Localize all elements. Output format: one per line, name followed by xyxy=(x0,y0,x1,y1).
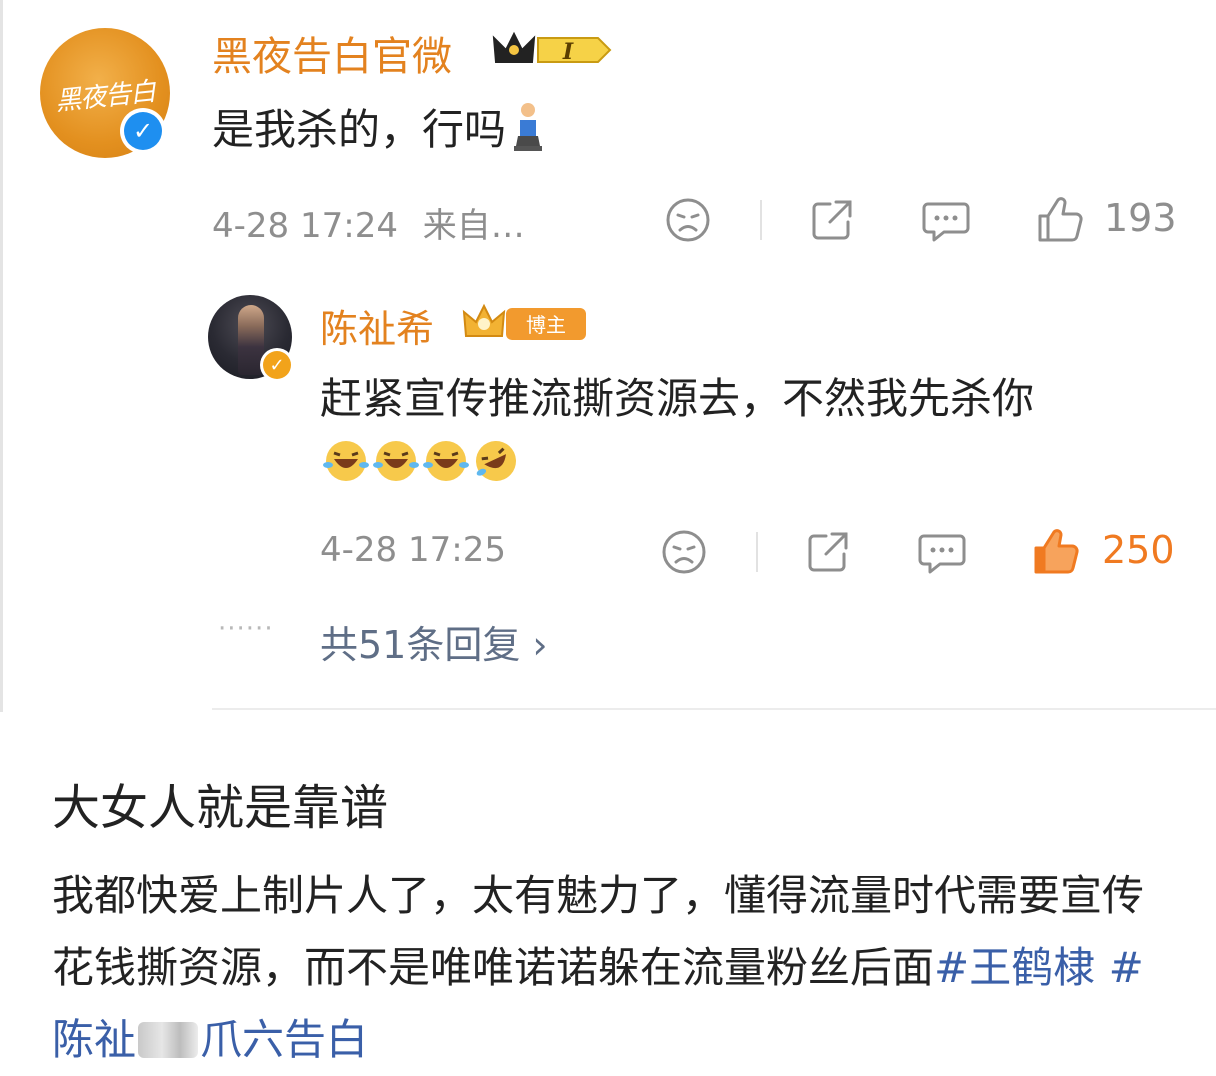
comment-source: 来自… xyxy=(422,206,525,246)
comment-icon[interactable] xyxy=(920,196,972,244)
action-divider xyxy=(760,200,762,240)
reply-text-content: 赶紧宣传推流撕资源去，不然我先杀你 xyxy=(320,374,1035,423)
action-divider xyxy=(756,532,758,572)
hashtag-link[interactable]: #王鹤棣 xyxy=(934,943,1095,992)
comment-meta: 4-28 17:24 来自… xyxy=(212,198,525,247)
watermark-smudge xyxy=(138,1022,199,1058)
comment-like-count: 193 xyxy=(1104,196,1177,240)
reply-like-count: 250 xyxy=(1102,528,1175,572)
reply-text: 赶紧宣传推流撕资源去，不然我先杀你 xyxy=(320,368,1150,492)
comment-card: 黑夜告白 ✓ 黑夜告白官微 I 是我杀的，行吗 4-28 17:24 来自… 1… xyxy=(0,0,1216,712)
card-edge xyxy=(0,0,3,712)
laughing-tears-emoji-icon xyxy=(323,441,516,481)
reply-author-name[interactable]: 陈祉希 xyxy=(320,298,434,353)
verified-orange-icon: ✓ xyxy=(260,348,294,382)
share-icon[interactable] xyxy=(804,528,852,576)
post-title: 大女人就是靠谱 xyxy=(52,780,389,836)
comment-time: 4-28 17:24 xyxy=(212,206,398,246)
view-all-replies-link[interactable]: 共51条回复 › xyxy=(320,614,548,669)
post-body: 我都快爱上制片人了，太有魅力了，懂得流量时代需要宣传花钱撕资源，而不是唯唯诺诺躲… xyxy=(52,860,1162,1076)
card-divider xyxy=(212,708,1216,710)
comment-text-content: 是我杀的，行吗 xyxy=(212,105,507,154)
blogger-crown-badge[interactable]: 博主 xyxy=(462,300,590,346)
share-icon[interactable] xyxy=(808,196,856,244)
blogger-badge-label: 博主 xyxy=(526,313,566,337)
crown-level-badge[interactable]: I xyxy=(490,28,616,72)
like-active-icon[interactable] xyxy=(1032,526,1080,576)
comment-text: 是我杀的，行吗 xyxy=(212,96,548,157)
dislike-face-icon[interactable] xyxy=(664,196,712,244)
kneeling-person-icon xyxy=(514,103,543,151)
hashtag-link[interactable]: 爪六告白 xyxy=(200,1015,368,1064)
reply-time: 4-28 17:25 xyxy=(320,530,506,570)
verified-blue-icon: ✓ xyxy=(120,108,166,154)
dislike-face-icon[interactable] xyxy=(660,528,708,576)
like-icon[interactable] xyxy=(1036,194,1084,244)
comment-author-name[interactable]: 黑夜告白官微 xyxy=(212,24,452,82)
level-text: I xyxy=(562,39,574,65)
thread-dots: ······ xyxy=(218,614,274,644)
comment-icon[interactable] xyxy=(916,528,968,576)
